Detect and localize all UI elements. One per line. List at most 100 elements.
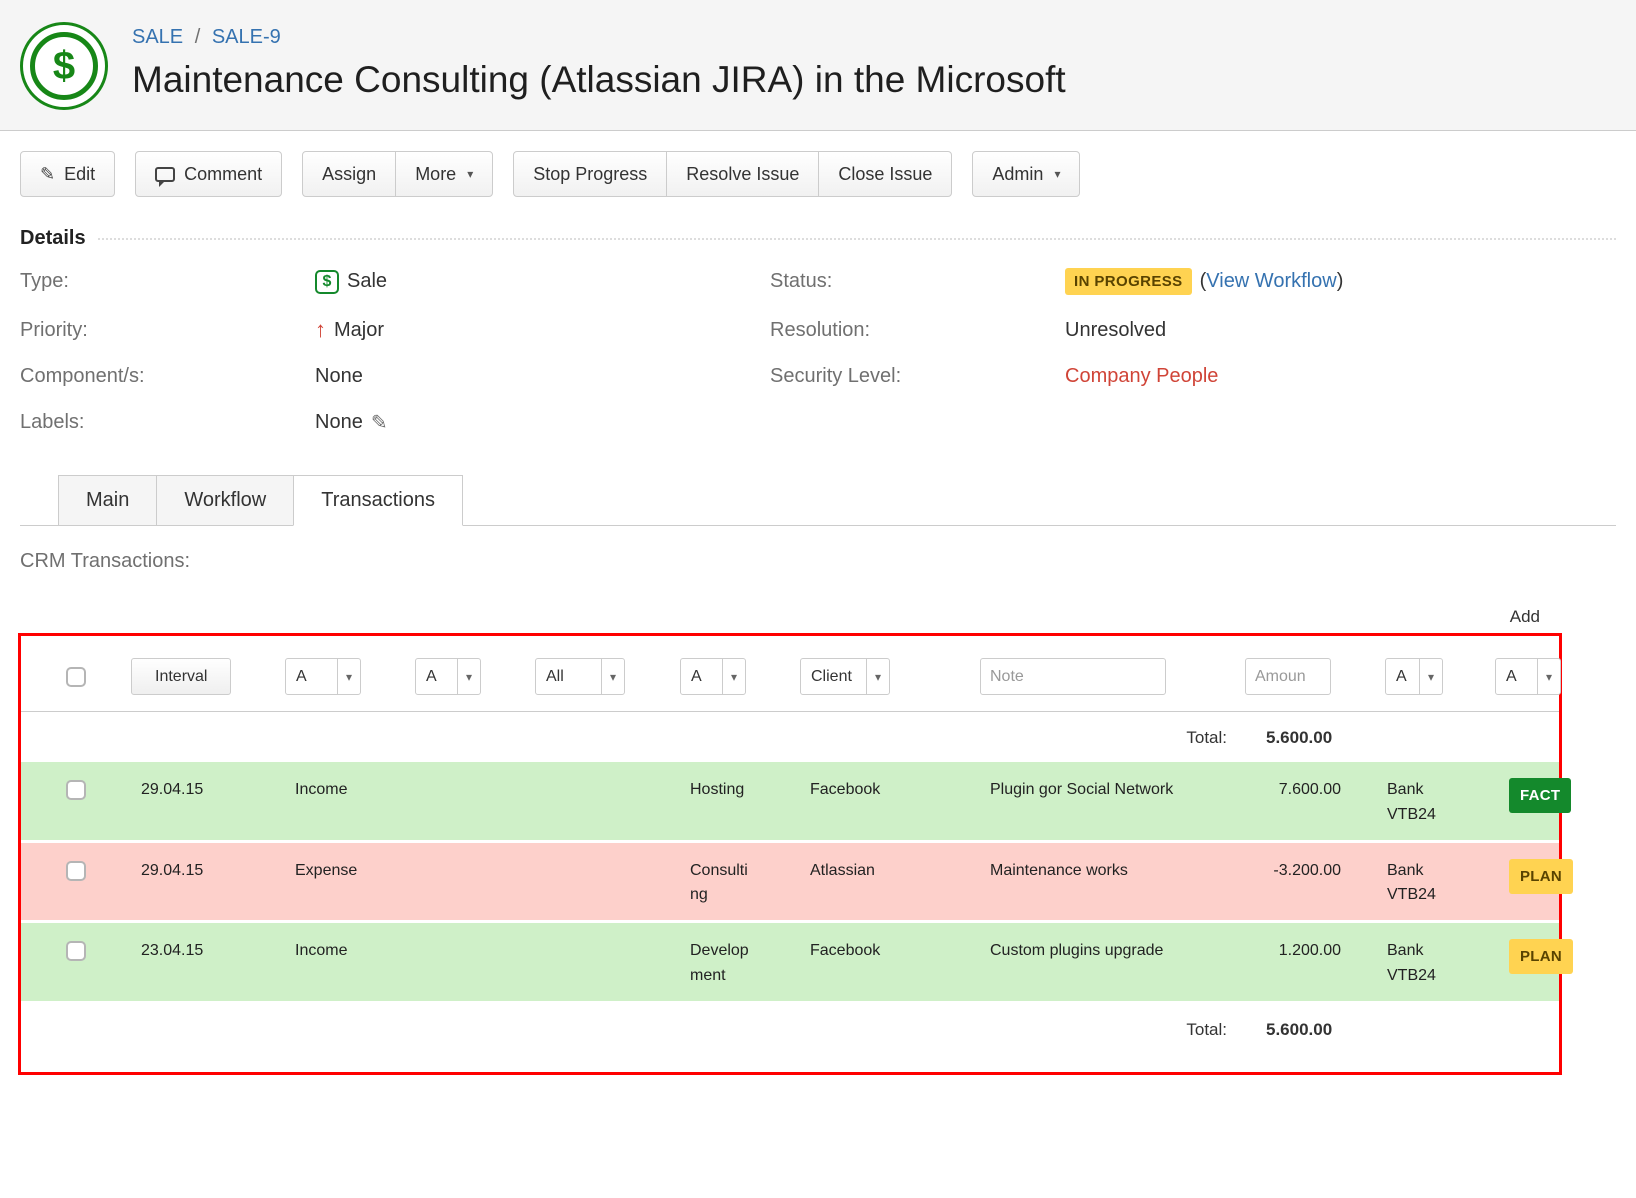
type-label: Type: [20,270,315,293]
components-value: None [315,365,770,388]
status-badge: PLAN [1509,939,1573,974]
view-workflow-link[interactable]: View Workflow [1206,270,1336,292]
row-checkbox[interactable] [66,941,86,961]
resolve-issue-button[interactable]: Resolve Issue [666,151,819,197]
transaction-date: 29.04.15 [131,778,285,803]
client-filter-dropdown[interactable]: Client ▾ [800,658,890,695]
chevron-down-icon: ▾ [722,659,745,694]
page-title: Maintenance Consulting (Atlassian JIRA) … [132,59,1066,101]
admin-button[interactable]: Admin ▾ [972,151,1080,197]
stop-progress-button[interactable]: Stop Progress [513,151,667,197]
details-section: Details Type: $ Sale Status: IN PROGRESS… [20,227,1616,435]
chevron-down-icon: ▾ [457,659,480,694]
labels-label: Labels: [20,411,315,434]
amount-filter-input[interactable] [1245,658,1331,695]
components-label: Component/s: [20,365,315,388]
breadcrumb-issue-link[interactable]: SALE-9 [212,26,281,48]
chevron-down-icon: ▾ [467,167,473,181]
priority-label: Priority: [20,319,315,342]
type-value: $ Sale [315,270,770,294]
priority-value: ↑ Major [315,317,770,343]
edit-labels-pencil-icon[interactable]: ✎ [371,410,388,435]
more-button-label: More [415,164,456,185]
chevron-down-icon: ▾ [1419,659,1442,694]
row-checkbox[interactable] [66,780,86,800]
edit-button-label: Edit [64,164,95,185]
status-filter-dropdown[interactable]: A ▾ [1495,658,1561,695]
total-value: 5.600.00 [1245,728,1385,748]
more-button[interactable]: More ▾ [395,151,493,197]
transaction-bank: Bank VTB24 [1385,859,1495,909]
edit-button[interactable]: ✎ Edit [20,151,115,197]
chevron-down-icon: ▾ [1537,659,1560,694]
transaction-category: Consulting [680,859,800,909]
breadcrumb: SALE / SALE-9 [132,26,1066,49]
details-heading: Details [20,227,86,250]
stop-progress-label: Stop Progress [533,164,647,185]
comment-button-label: Comment [184,164,262,185]
transaction-bank: Bank VTB24 [1385,778,1495,828]
assign-button-group: Assign More ▾ [302,151,493,197]
workflow-button-group: Stop Progress Resolve Issue Close Issue [513,151,952,197]
jira-issue-page: $ SALE / SALE-9 Maintenance Consulting (… [0,0,1636,1075]
transaction-note: Plugin gor Social Network [980,778,1245,803]
transaction-date: 23.04.15 [131,939,285,964]
type-filter-dropdown[interactable]: A ▾ [285,658,361,695]
status-badge: IN PROGRESS [1065,268,1192,295]
interval-filter-button[interactable]: Interval [131,658,231,695]
details-divider [98,238,1616,240]
transactions-total-top: Total: 5.600.00 [21,712,1559,762]
dollar-glyph: $ [53,46,75,86]
transaction-type: Expense [285,859,415,884]
total-value: 5.600.00 [1245,1020,1385,1040]
transaction-category: Hosting [680,778,800,803]
transaction-amount: 7.600.00 [1245,778,1385,803]
transaction-client: Atlassian [800,859,980,884]
comment-button[interactable]: Comment [135,151,282,197]
tab-main[interactable]: Main [58,475,157,526]
transaction-note: Custom plugins upgrade [980,939,1245,964]
issue-header: $ SALE / SALE-9 Maintenance Consulting (… [0,0,1636,131]
assign-button-label: Assign [322,164,376,185]
chevron-down-icon: ▾ [866,659,889,694]
transaction-date: 29.04.15 [131,859,285,884]
chevron-down-icon: ▾ [337,659,360,694]
tabs-bar: Main Workflow Transactions [20,475,1616,526]
status-badge: PLAN [1509,859,1573,894]
transactions-filter-row: Interval A ▾ A ▾ All ▾ [21,648,1559,712]
security-level-value: Company People [1065,365,1616,388]
chevron-down-icon: ▾ [601,659,624,694]
transaction-type: Income [285,778,415,803]
note-filter-input[interactable] [980,658,1166,695]
toolbar: ✎ Edit Comment Assign More ▾ Stop Progre… [20,151,1616,197]
status-label: Status: [770,270,1065,293]
transaction-amount: 1.200.00 [1245,939,1385,964]
tab-transactions[interactable]: Transactions [293,475,463,526]
status-value: IN PROGRESS (View Workflow) [1065,268,1616,295]
category-filter-dropdown[interactable]: A ▾ [680,658,746,695]
sale-dollar-icon: $ [20,22,108,110]
total-label: Total: [980,728,1245,748]
tab-workflow[interactable]: Workflow [156,475,294,526]
resolution-value: Unresolved [1065,319,1616,342]
transactions-total-bottom: Total: 5.600.00 [21,1004,1559,1054]
breadcrumb-project-link[interactable]: SALE [132,26,183,48]
row-checkbox[interactable] [66,861,86,881]
assign-button[interactable]: Assign [302,151,396,197]
transaction-client: Facebook [800,939,980,964]
select-all-checkbox[interactable] [66,667,86,687]
total-label: Total: [980,1020,1245,1040]
transaction-category: Development [680,939,800,989]
account-filter-dropdown[interactable]: A ▾ [415,658,481,695]
transaction-bank: Bank VTB24 [1385,939,1495,989]
add-transaction-link[interactable]: Add [1510,607,1540,626]
all-filter-dropdown[interactable]: All ▾ [535,658,625,695]
security-level-label: Security Level: [770,365,1065,388]
bank-filter-dropdown[interactable]: A ▾ [1385,658,1443,695]
close-issue-label: Close Issue [838,164,932,185]
transaction-amount: -3.200.00 [1245,859,1385,884]
priority-major-icon: ↑ [315,317,326,343]
close-issue-button[interactable]: Close Issue [818,151,952,197]
transaction-row: 23.04.15 Income Development Facebook Cus… [21,923,1559,1004]
pencil-icon: ✎ [40,164,55,185]
